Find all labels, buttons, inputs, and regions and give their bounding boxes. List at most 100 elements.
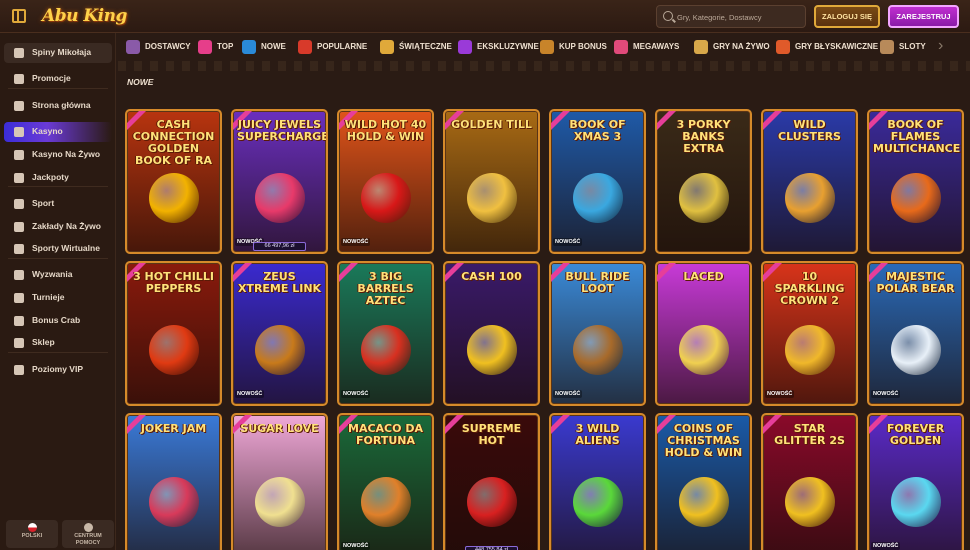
game-tile[interactable]: Majestic Polar Bear NOWOŚĆ — [867, 261, 964, 406]
new-badge: NOWOŚĆ — [553, 238, 583, 246]
game-tile[interactable]: Book of Flames Multichance — [867, 109, 964, 254]
live-bet-icon — [14, 222, 24, 232]
trophy-icon — [14, 270, 24, 280]
game-tile[interactable]: Laced — [655, 261, 752, 406]
crab-icon — [14, 316, 24, 326]
game-title: Juicy Jewels Supercharged — [237, 118, 328, 143]
game-tile[interactable]: Forever Golden NOWOŚĆ — [867, 413, 964, 550]
game-title: Coins of Christmas Hold & Win — [664, 422, 743, 459]
game-tile[interactable]: Golden Till — [443, 109, 540, 254]
game-artwork — [360, 173, 411, 223]
game-artwork — [254, 173, 305, 223]
game-artwork — [784, 325, 835, 375]
category-icon — [880, 40, 894, 54]
sidebar-item-12[interactable]: Sklep — [4, 333, 112, 353]
new-badge: NOWOŚĆ — [765, 390, 795, 398]
sidebar-item-9[interactable]: Wyzwania — [4, 265, 112, 285]
section-title: NOWE — [127, 77, 154, 87]
sidebar-item-label: Turnieje — [32, 292, 65, 302]
game-tile[interactable]: Wild Hot 40 Hold & Win NOWOŚĆ — [337, 109, 434, 254]
game-title: Forever Golden — [886, 422, 945, 447]
game-tile[interactable]: Joker Jam — [125, 413, 222, 550]
category-icon — [694, 40, 708, 54]
game-tile[interactable]: Star Glitter 2s — [761, 413, 858, 550]
sidebar-item-label: Bonus Crab — [32, 315, 81, 325]
game-tile[interactable]: Cash 100 — [443, 261, 540, 406]
game-tile[interactable]: 10 Sparkling Crown 2 NOWOŚĆ — [761, 261, 858, 406]
game-tile[interactable]: Sugar Love — [231, 413, 328, 550]
tournament-icon — [14, 293, 24, 303]
game-artwork — [678, 325, 729, 375]
game-title: 3 Wild Aliens — [575, 422, 620, 447]
game-artwork — [360, 325, 411, 375]
sidebar-item-6[interactable]: Sport — [4, 194, 112, 214]
jackpot-amount: 66 497,96 zł — [253, 242, 306, 251]
game-tile[interactable]: Wild Clusters — [761, 109, 858, 254]
search-icon — [663, 11, 673, 21]
menu-toggle-icon[interactable] — [12, 9, 26, 23]
game-tile[interactable]: Zeus Xtreme Link NOWOŚĆ — [231, 261, 328, 406]
language-selector[interactable]: POLSKI — [6, 520, 58, 548]
live-casino-icon — [14, 150, 24, 160]
category-icon — [242, 40, 256, 54]
sidebar-item-8[interactable]: Sporty Wirtualne — [4, 239, 112, 259]
sidebar-item-label: Jackpoty — [32, 172, 69, 182]
sidebar-item-1[interactable]: Promocje — [4, 69, 112, 89]
game-artwork — [148, 477, 199, 527]
sport-icon — [14, 199, 24, 209]
game-title: Wild Hot 40 Hold & Win — [344, 118, 427, 143]
game-artwork — [678, 173, 729, 223]
help-center-label: CENTRUM POMOCY — [74, 533, 102, 546]
register-button[interactable]: ZAREJESTRUJ — [888, 5, 959, 28]
sidebar: POLSKI CENTRUM POMOCY Spiny Mikołaja Prom… — [0, 33, 116, 550]
new-badge: NOWOŚĆ — [553, 390, 583, 398]
sidebar-item-4[interactable]: Kasyno Na Żywo — [4, 145, 112, 165]
game-tile[interactable]: Macaco da Fortuna NOWOŚĆ — [337, 413, 434, 550]
game-artwork — [254, 477, 305, 527]
search-box[interactable] — [656, 5, 806, 28]
game-title: Zeus Xtreme Link — [237, 270, 322, 295]
game-tile[interactable]: Bull Ride Loot NOWOŚĆ — [549, 261, 646, 406]
game-title: Sugar Love — [240, 422, 319, 435]
gift-icon — [14, 48, 24, 58]
site-logo[interactable]: Abu King — [36, 3, 133, 29]
help-center-button[interactable]: CENTRUM POMOCY — [62, 520, 114, 548]
game-tile[interactable]: Cash Connection Golden Book of Ra — [125, 109, 222, 254]
sidebar-item-label: Kasyno — [32, 126, 63, 136]
sidebar-item-13[interactable]: Poziomy VIP — [4, 360, 112, 380]
virtual-sport-icon — [14, 244, 24, 254]
sidebar-item-2[interactable]: Strona główna — [4, 96, 112, 116]
sidebar-item-10[interactable]: Turnieje — [4, 288, 112, 308]
search-input[interactable] — [677, 9, 802, 25]
game-tile[interactable]: 3 Big Barrels Aztec NOWOŚĆ — [337, 261, 434, 406]
sidebar-item-label: Strona główna — [32, 100, 91, 110]
login-button[interactable]: ZALOGUJ SIĘ — [814, 5, 880, 28]
game-title: Joker Jam — [140, 422, 207, 435]
category-label: ŚWIĄTECZNE — [399, 42, 452, 51]
game-tile[interactable]: 3 Wild Aliens — [549, 413, 646, 550]
game-title: Laced — [683, 270, 724, 283]
game-title: 3 Big Barrels Aztec — [357, 270, 414, 307]
game-title: Golden Till — [451, 118, 532, 131]
game-tile[interactable]: 3 Porky Banks Extra — [655, 109, 752, 254]
game-tile[interactable]: Juicy Jewels Supercharged NOWOŚĆ 66 497,96… — [231, 109, 328, 254]
game-artwork — [572, 477, 623, 527]
sidebar-item-11[interactable]: Bonus Crab — [4, 311, 112, 331]
scroll-right-icon[interactable]: › — [938, 37, 943, 55]
sidebar-item-5[interactable]: Jackpoty — [4, 168, 112, 188]
game-title: 3 Hot Chilli Peppers — [133, 270, 214, 295]
sidebar-item-3[interactable]: Kasyno — [4, 122, 112, 142]
game-tile[interactable]: Book of Xmas 3 NOWOŚĆ — [549, 109, 646, 254]
jackpot-amount: 448 755,84 zł — [465, 546, 518, 550]
sidebar-item-label: Poziomy VIP — [32, 364, 84, 374]
game-tile[interactable]: Coins of Christmas Hold & Win — [655, 413, 752, 550]
category-label: MEGAWAYS — [633, 42, 680, 51]
sidebar-item-0[interactable]: Spiny Mikołaja — [4, 43, 112, 63]
game-title: 10 Sparkling Crown 2 — [774, 270, 845, 307]
game-artwork — [148, 173, 199, 223]
sidebar-item-7[interactable]: Zakłady Na Żywo — [4, 217, 112, 237]
category-label: SLOTY — [899, 42, 926, 51]
game-artwork — [784, 173, 835, 223]
game-tile[interactable]: 3 Hot Chilli Peppers — [125, 261, 222, 406]
game-tile[interactable]: Supreme Hot 448 755,84 zł — [443, 413, 540, 550]
